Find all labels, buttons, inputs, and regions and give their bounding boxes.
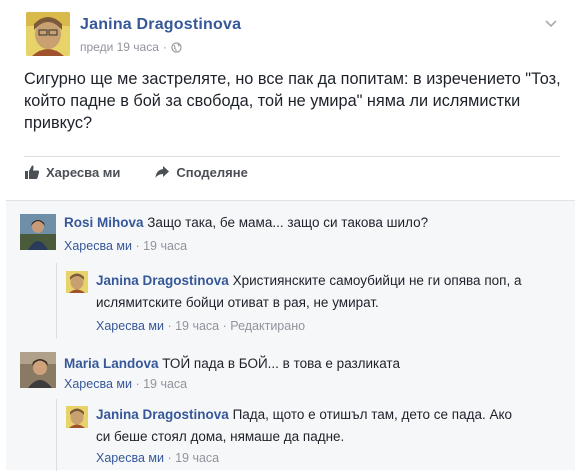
globe-icon[interactable] <box>171 41 182 53</box>
meta-separator: · <box>167 451 172 465</box>
post-meta: преди 19 часа · <box>80 40 182 54</box>
reply-text-line2: ислямитските бойци отиват в рая, не умир… <box>96 295 379 310</box>
edited-label[interactable]: Редактирано <box>230 319 305 333</box>
thumbs-up-icon <box>25 165 40 179</box>
comment-line: Rosi Mihova Защо така, бе мама... защо с… <box>64 213 428 232</box>
meta-separator: · <box>167 319 172 333</box>
avatar-photo <box>26 12 70 56</box>
comment-text: Защо така, бе мама... защо си такова шил… <box>147 215 429 230</box>
reply-thread-rail <box>56 263 57 339</box>
reply-time[interactable]: 19 часа <box>175 451 219 465</box>
chevron-down-icon[interactable] <box>544 16 558 30</box>
comment-time[interactable]: 19 часа <box>143 377 187 391</box>
post-actions: Харесва ми Споделяне <box>24 158 282 186</box>
reply-author-name[interactable]: Janina Dragostinova <box>96 273 229 288</box>
avatar-photo <box>20 352 56 388</box>
comment-meta: Харесва ми · 19 часа <box>64 239 187 253</box>
reply-line: Janina Dragostinova Пада, щото е отишъл … <box>96 405 512 424</box>
reply-line-2: си беше стоял дома, нямаше да падне. <box>96 427 344 446</box>
comment-like-link[interactable]: Харесва ми <box>64 239 132 253</box>
avatar-photo <box>66 406 88 428</box>
comment-author-avatar[interactable] <box>20 352 56 388</box>
post-time[interactable]: преди 19 часа <box>80 40 159 54</box>
reply-like-link[interactable]: Харесва ми <box>96 451 164 465</box>
reply-time[interactable]: 19 часа <box>175 319 219 333</box>
comment-like-link[interactable]: Харесва ми <box>64 377 132 391</box>
meta-separator: · <box>135 377 140 391</box>
comment-line: Maria Landova ТОЙ пада в БОЙ... в това е… <box>64 354 400 373</box>
reply-text-line1: Християнските самоубийци не ги опява поп… <box>232 273 522 288</box>
post-author-avatar[interactable] <box>26 12 70 56</box>
reply-meta: Харесва ми · 19 часа <box>96 451 219 465</box>
comment-text: ТОЙ пада в БОЙ... в това е разликата <box>162 356 400 371</box>
reply-like-link[interactable]: Харесва ми <box>96 319 164 333</box>
reply-line: Janina Dragostinova Християнските самоуб… <box>96 271 521 290</box>
reply-text-line2: си беше стоял дома, нямаше да падне. <box>96 429 345 444</box>
post-card: Janina Dragostinova преди 19 часа · Сигу… <box>6 6 575 184</box>
reply-text-line1: Пада, щото е отишъл там, дето се пада. А… <box>232 407 513 422</box>
post-text: Сигурно ще ме застреляте, но все пак да … <box>24 70 561 132</box>
comment-meta: Харесва ми · 19 часа <box>64 377 187 391</box>
avatar-photo <box>66 271 88 293</box>
like-button[interactable]: Харесва ми <box>24 164 120 180</box>
meta-separator: · <box>162 40 167 54</box>
reply-meta: Харесва ми · 19 часа · Редактирано <box>96 319 305 333</box>
avatar-photo <box>20 214 56 250</box>
post-divider <box>24 156 560 157</box>
comment-author-name[interactable]: Maria Landova <box>64 356 159 371</box>
reply-line-2: ислямитските бойци отиват в рая, не умир… <box>96 293 379 312</box>
comment-time[interactable]: 19 часа <box>143 239 187 253</box>
reply-author-name[interactable]: Janina Dragostinova <box>96 407 229 422</box>
share-arrow-icon <box>155 166 170 178</box>
comment-author-name[interactable]: Rosi Mihova <box>64 215 144 230</box>
share-button[interactable]: Споделяне <box>154 164 248 180</box>
comments-section: Rosi Mihova Защо така, бе мама... защо с… <box>6 200 575 471</box>
like-button-label: Харесва ми <box>46 164 121 180</box>
reply-author-avatar[interactable] <box>66 406 88 428</box>
comment-author-avatar[interactable] <box>20 214 56 250</box>
reply-author-avatar[interactable] <box>66 271 88 293</box>
post-author-name[interactable]: Janina Dragostinova <box>80 16 241 34</box>
meta-separator: · <box>222 319 227 333</box>
meta-separator: · <box>135 239 140 253</box>
reply-thread-rail <box>56 399 57 471</box>
share-button-label: Споделяне <box>176 164 248 180</box>
